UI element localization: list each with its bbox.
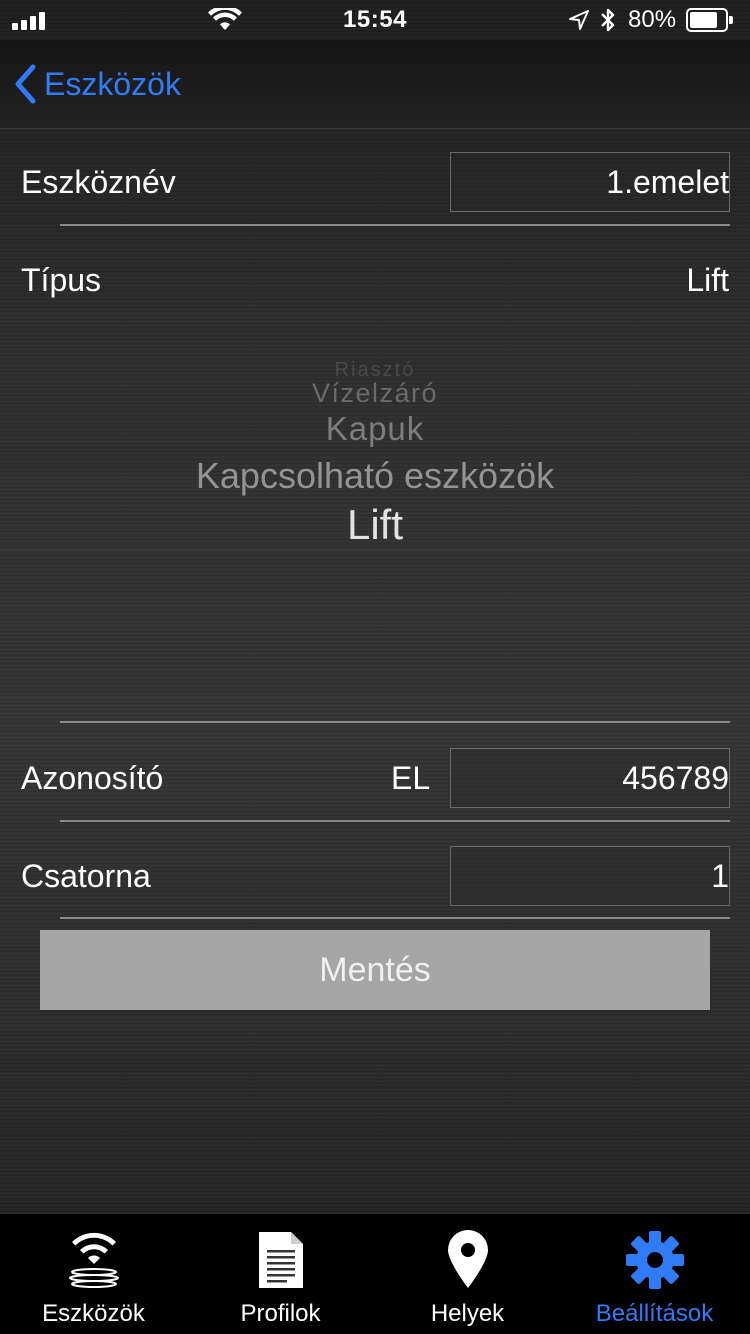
type-picker[interactable]: Riasztó Vízelzáró Kapuk Kapcsolható eszk… (0, 340, 750, 710)
divider (60, 224, 730, 226)
nav-bar: Eszközök (0, 40, 750, 129)
location-icon (569, 10, 589, 30)
bluetooth-icon (601, 8, 615, 32)
channel-field[interactable]: 1 (450, 846, 730, 906)
id-field[interactable]: 456789 (450, 748, 730, 808)
back-button-label: Eszközök (44, 65, 181, 102)
type-value: Lift (686, 262, 729, 298)
picker-item[interactable]: Kapuk (0, 410, 750, 448)
channel-label: Csatorna (21, 858, 151, 894)
tab-settings[interactable]: Beállítások (561, 1214, 748, 1334)
tab-label: Profilok (240, 1300, 321, 1327)
id-label: Azonosító (21, 760, 164, 796)
tab-label: Beállítások (595, 1300, 714, 1327)
tab-devices[interactable]: Eszközök (0, 1214, 187, 1334)
battery-icon (686, 8, 734, 32)
divider (60, 721, 730, 723)
gear-icon (625, 1231, 684, 1289)
back-button[interactable]: Eszközök (14, 60, 181, 108)
location-pin-icon (447, 1230, 488, 1288)
device-name-field[interactable]: 1.emelet (450, 152, 730, 212)
picker-selection-top-line (0, 497, 750, 498)
id-prefix: EL (391, 760, 431, 796)
picker-item[interactable]: Kapcsolható eszközök (0, 454, 750, 498)
divider (60, 917, 730, 919)
document-icon (258, 1232, 303, 1288)
tab-places[interactable]: Helyek (374, 1214, 561, 1334)
wifi-devices-icon (68, 1232, 119, 1288)
divider (60, 820, 730, 822)
tab-label: Helyek (430, 1300, 505, 1327)
chevron-left-icon (15, 64, 36, 104)
picker-item[interactable]: Vízelzáró (0, 378, 750, 408)
save-button[interactable]: Mentés (40, 930, 710, 1010)
tab-profiles[interactable]: Profilok (187, 1214, 374, 1334)
tab-bar: Eszközök Profilok Helyek Beállítások (0, 1214, 750, 1334)
type-label: Típus (21, 262, 102, 298)
device-name-label: Eszköznév (21, 164, 176, 200)
picker-item[interactable]: Riasztó (0, 360, 750, 380)
tab-label: Eszközök (42, 1300, 145, 1327)
picker-selected-item[interactable]: Lift (0, 500, 750, 550)
battery-percent: 80% (628, 6, 677, 33)
status-bar: 15:54 80% (0, 0, 750, 40)
picker-selection-bottom-line (0, 550, 750, 551)
